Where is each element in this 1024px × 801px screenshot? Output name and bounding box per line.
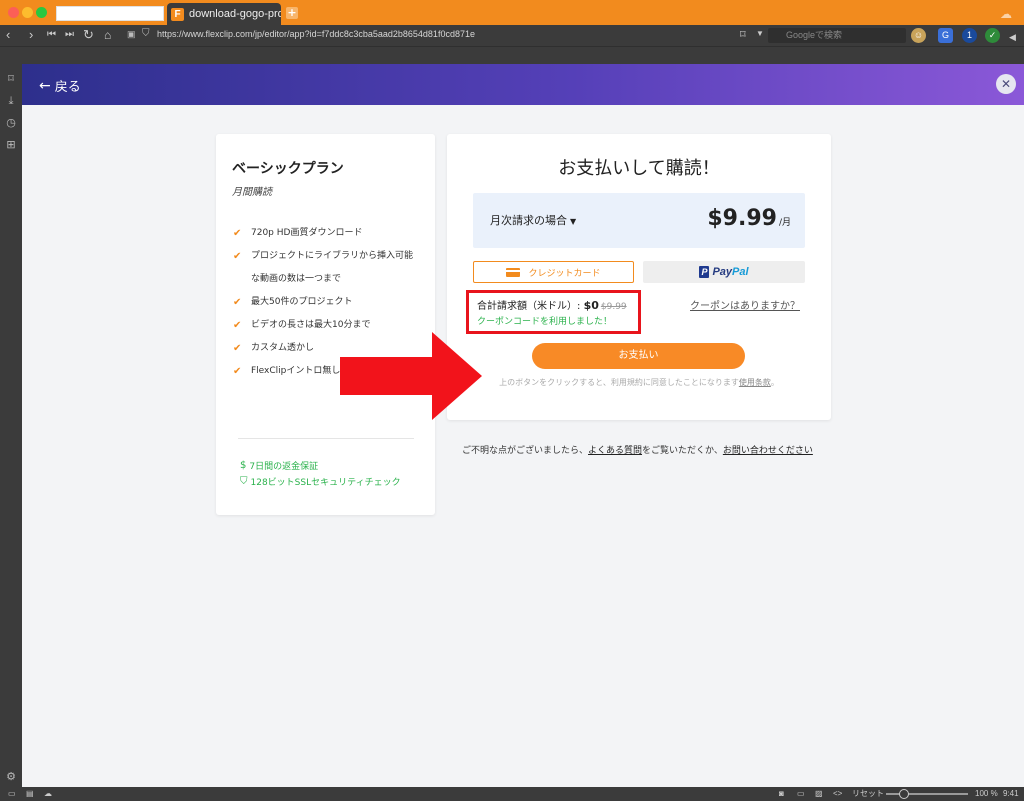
close-button[interactable]: ✕ (996, 74, 1016, 94)
fast-forward-icon[interactable]: ⏭ (65, 27, 74, 43)
minimize-window-button[interactable] (22, 7, 33, 18)
back-button[interactable]: ← 戻る (39, 76, 81, 96)
check-icon: ✔ (233, 343, 242, 354)
add-panel-icon[interactable]: ⊞ (4, 138, 18, 152)
settings-icon[interactable]: ⚙ (4, 770, 18, 784)
paypal-wordmark: PayPal (712, 266, 749, 278)
forward-icon[interactable]: › (29, 27, 33, 43)
annotation-highlight-box (466, 290, 641, 334)
credit-card-icon (506, 267, 521, 277)
terms-notice: 上のボタンをクリックすると、利用規約に同意したことになります使用条款。 (499, 378, 779, 387)
browser-side-panel: ⌑ ⤓ ◷ ⊞ ⚙ (0, 64, 22, 787)
check-icon: ✔ (233, 320, 242, 331)
search-input[interactable]: Googleで検索 (768, 28, 906, 43)
reload-icon[interactable]: ↻ (83, 27, 94, 43)
extension-avatar-icon[interactable]: ☺ (911, 28, 926, 43)
chevron-down-icon[interactable]: ▼ (756, 29, 764, 38)
credit-card-method-button[interactable]: クレジットカード (473, 261, 634, 283)
check-icon: ✔ (233, 251, 242, 262)
back-icon[interactable]: ‹ (6, 27, 10, 43)
tab-title: download-gogo-promotio (189, 8, 281, 20)
faq-link[interactable]: よくある質問 (588, 446, 642, 456)
zoom-slider-handle[interactable] (899, 789, 909, 799)
browser-tab-bar: F download-gogo-promotio + ☁ (0, 0, 1024, 25)
plan-subtitle: 月間購読 (232, 187, 272, 198)
paypal-method-button[interactable]: P PayPal (643, 261, 805, 283)
web-page: ← 戻る ✕ ベーシックプラン 月間購読 ✔ 720p HD画質ダウンロード ✔ プ… (22, 64, 1024, 787)
history-panel-icon[interactable]: ◷ (4, 116, 18, 130)
close-window-button[interactable] (8, 7, 19, 18)
extensions-menu-icon[interactable]: ◀ (1009, 29, 1016, 45)
billing-period-box: 月次請求の場合 ▼ $9.99/月 (473, 193, 805, 248)
back-label: 戻る (54, 80, 81, 95)
address-bar[interactable]: https://www.flexclip.com/jp/editor/app?i… (157, 29, 475, 39)
check-icon: ✔ (233, 228, 242, 239)
billing-period-select[interactable]: 月次請求の場合 ▼ (490, 212, 576, 228)
rewind-icon[interactable]: ⏮ (47, 27, 56, 43)
bookmarks-panel-icon[interactable]: ⌑ (4, 72, 18, 86)
image-icon[interactable]: ▨ (815, 789, 823, 799)
payment-card: お支払いして購読！ 月次請求の場合 ▼ $9.99/月 クレジットカード P Pa… (447, 134, 831, 420)
shield-icon[interactable]: ⛉ (142, 28, 150, 39)
arrow-left-icon: ← (39, 77, 51, 94)
feature-item: な動画の数は一つまで (251, 274, 342, 284)
plan-title: ベーシックプラン (232, 161, 344, 177)
camera-icon[interactable]: ◙ (779, 789, 784, 799)
password-manager-icon[interactable]: 1 (962, 28, 977, 43)
contact-link[interactable]: お問い合わせください (723, 446, 813, 456)
feature-item: ✔ プロジェクトにライブラリから挿入可能 (232, 245, 422, 268)
sync-cloud-icon[interactable]: ☁ (44, 789, 52, 799)
payment-title: お支払いして購読！ (558, 158, 720, 179)
downloads-panel-icon[interactable]: ⤓ (4, 94, 18, 108)
check-icon: ✔ (233, 366, 242, 377)
browser-status-bar: ▭ ▤ ☁ ◙ ▭ ▨ <> リセット 100 % 9:41 (0, 787, 1024, 801)
pay-button[interactable]: お支払い (532, 343, 745, 369)
panel-toggle-icon[interactable]: ▭ (8, 789, 16, 799)
page-header: ← 戻る ✕ (22, 64, 1024, 105)
clock: 9:41 (1003, 789, 1019, 798)
address-toolbar: ‹ › ⏮ ⏭ ↻ ⌂ ⛉ ▣ https://www.flexclip.com… (0, 25, 1024, 46)
help-line: ご不明な点がございましたら、よくある質問をご覧いただくか、お問い合わせください (462, 446, 813, 456)
zoom-level: 100 % (975, 789, 998, 798)
translate-icon[interactable]: G (938, 28, 953, 43)
shield-check-icon: ⛉ (240, 476, 248, 487)
zoom-window-button[interactable] (36, 7, 47, 18)
home-icon[interactable]: ⌂ (104, 27, 111, 43)
flexclip-favicon-icon: F (171, 7, 184, 21)
check-icon: ✔ (233, 297, 242, 308)
window-icon[interactable]: ▭ (797, 789, 805, 799)
terms-link[interactable]: 使用条款 (739, 378, 771, 387)
plan-card: ベーシックプラン 月間購読 ✔ 720p HD画質ダウンロード ✔ プロジェクトにラ… (216, 134, 435, 515)
coupon-link[interactable]: クーポンはありますか？ (690, 297, 800, 312)
lock-icon: ▣ (127, 29, 136, 39)
feature-item: ✔ 720p HD画質ダウンロード (232, 222, 422, 245)
shield-extension-icon[interactable]: ✓ (985, 28, 1000, 43)
new-tab-button[interactable]: + (286, 7, 298, 19)
code-icon[interactable]: <> (833, 789, 842, 799)
paypal-logo-icon: P (699, 266, 710, 278)
money-back-guarantee: $ 7日間の返金保証 (240, 460, 319, 472)
bookmarks-bar (0, 46, 1024, 64)
annotation-arrow-icon (340, 332, 482, 420)
blank-tab[interactable] (56, 6, 164, 21)
ssl-security: ⛉ 128ビットSSLセキュリティチェック (240, 476, 401, 488)
bookmark-icon[interactable]: ⌑ (740, 28, 746, 41)
price: $9.99/月 (707, 206, 791, 231)
money-hand-icon: $ (240, 460, 247, 471)
tile-icon[interactable]: ▤ (26, 789, 34, 799)
cloud-icon[interactable]: ☁ (1000, 7, 1012, 21)
divider (238, 438, 414, 439)
reset-zoom-button[interactable]: リセット (852, 789, 884, 799)
caret-down-icon: ▼ (570, 217, 577, 226)
feature-item: ✔ 最大50件のプロジェクト (232, 291, 422, 314)
active-tab[interactable]: F download-gogo-promotio (167, 3, 281, 25)
